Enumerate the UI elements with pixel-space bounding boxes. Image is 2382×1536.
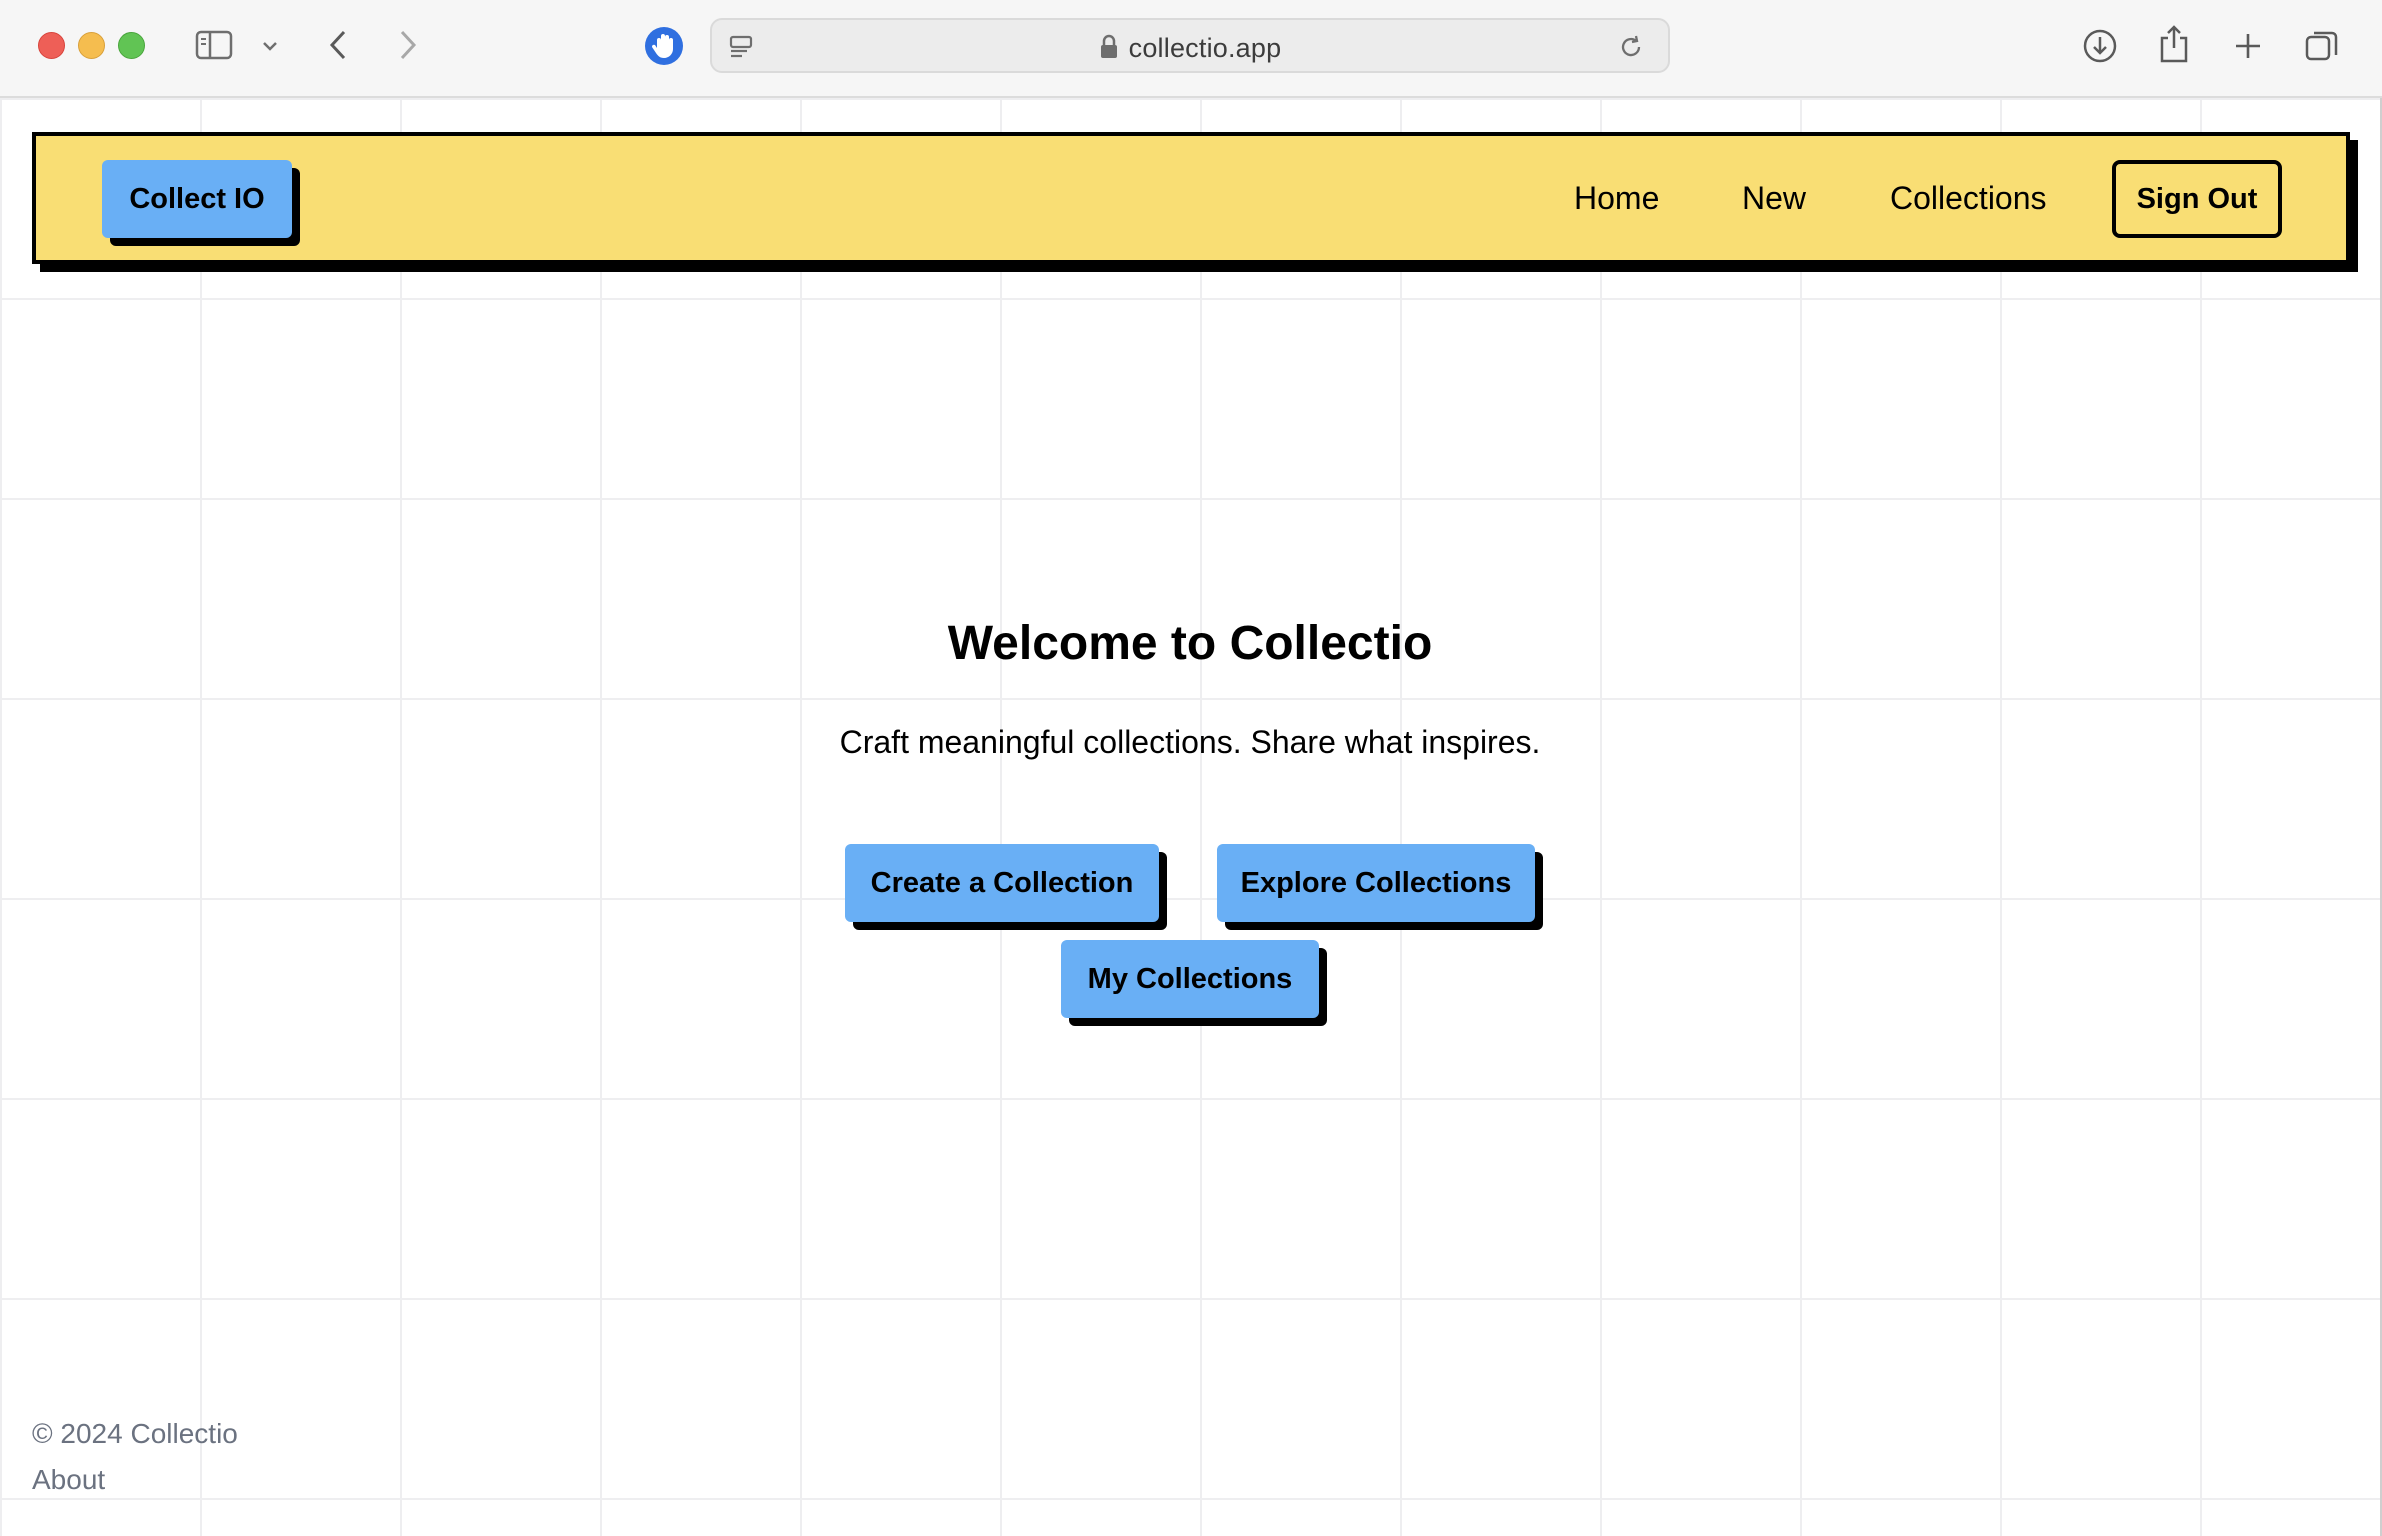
back-icon[interactable] bbox=[322, 26, 354, 64]
share-icon[interactable] bbox=[2154, 22, 2194, 66]
hand-shield-icon[interactable] bbox=[644, 26, 684, 66]
forward-icon[interactable] bbox=[392, 26, 424, 64]
footer-about-link[interactable]: About bbox=[32, 1464, 105, 1496]
nav-link-new[interactable]: New bbox=[1742, 180, 1806, 217]
hero-title: Welcome to Collectio bbox=[947, 617, 1433, 670]
hero-subtitle: Craft meaningful collections. Share what… bbox=[839, 724, 1541, 760]
reload-icon[interactable] bbox=[1616, 32, 1646, 62]
tabs-overview-icon[interactable] bbox=[2302, 26, 2342, 66]
url-display: collectio.app bbox=[712, 33, 1668, 67]
nav-link-collections[interactable]: Collections bbox=[1890, 180, 2047, 217]
sidebar-icon[interactable] bbox=[194, 28, 234, 62]
chevron-down-icon[interactable] bbox=[258, 36, 282, 56]
footer-copyright: © 2024 Collectio bbox=[32, 1418, 238, 1449]
browser-toolbar: collectio.app bbox=[0, 0, 2382, 98]
url-text: collectio.app bbox=[1128, 33, 1282, 63]
page-content: Collect IO Home New Collections Sign Out… bbox=[0, 98, 2382, 1536]
brand-button[interactable]: Collect IO bbox=[102, 160, 292, 238]
explore-collections-button[interactable]: Explore Collections bbox=[1217, 844, 1535, 922]
close-window-button[interactable] bbox=[38, 32, 65, 59]
new-tab-icon[interactable] bbox=[2228, 26, 2268, 66]
my-collections-button[interactable]: My Collections bbox=[1061, 940, 1319, 1018]
lock-icon bbox=[1099, 34, 1119, 67]
sign-out-button[interactable]: Sign Out bbox=[2112, 160, 2282, 238]
navbar: Collect IO Home New Collections Sign Out bbox=[32, 132, 2350, 264]
minimize-window-button[interactable] bbox=[78, 32, 105, 59]
create-collection-button[interactable]: Create a Collection bbox=[845, 844, 1159, 922]
nav-link-home[interactable]: Home bbox=[1574, 180, 1659, 217]
maximize-window-button[interactable] bbox=[118, 32, 145, 59]
address-bar[interactable]: collectio.app bbox=[710, 18, 1670, 73]
download-icon[interactable] bbox=[2080, 26, 2120, 66]
